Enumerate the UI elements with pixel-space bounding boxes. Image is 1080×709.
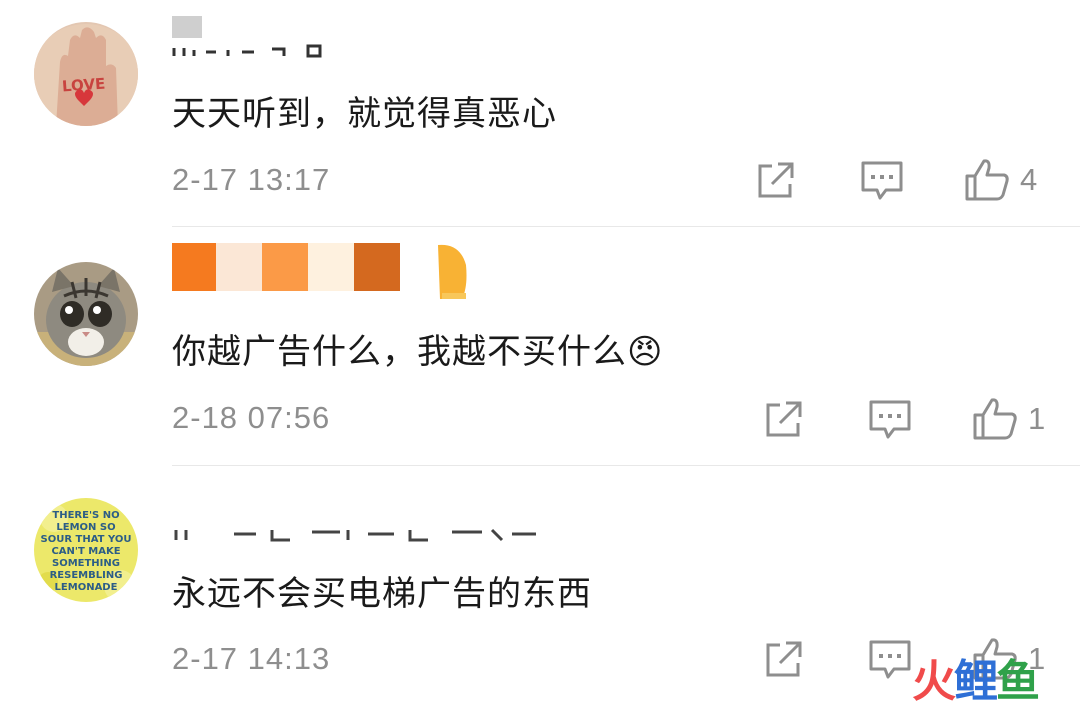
username-obscured[interactable] bbox=[172, 16, 322, 62]
comment-time: 2-17 13:17 bbox=[172, 162, 331, 197]
share-icon bbox=[766, 401, 802, 437]
share-button[interactable] bbox=[756, 160, 796, 200]
reply-button[interactable] bbox=[868, 639, 912, 681]
like-count: 1 bbox=[1028, 401, 1046, 436]
like-count: 4 bbox=[1020, 162, 1038, 197]
reply-button[interactable] bbox=[860, 160, 904, 202]
comment-icon bbox=[869, 400, 911, 439]
comment-item: 你越广告什么，我越不买什么😠 2-18 07:56 1 bbox=[0, 227, 1080, 465]
comment-text: 永远不会买电梯广告的东西 bbox=[172, 574, 592, 614]
avatar[interactable] bbox=[34, 262, 138, 366]
username-obscured[interactable] bbox=[172, 243, 482, 307]
reply-button[interactable] bbox=[868, 399, 912, 441]
avatar[interactable]: THERE'S NO LEMON SO SOUR THAT YOU CAN'T … bbox=[34, 498, 138, 602]
share-button[interactable] bbox=[764, 639, 804, 679]
comment-icon bbox=[861, 161, 903, 200]
like-button[interactable]: 4 bbox=[964, 158, 1037, 202]
thumbs-up-icon bbox=[973, 398, 1017, 440]
avatar-lemon-text: THERE'S NO LEMON SO SOUR THAT YOU CAN'T … bbox=[40, 510, 132, 592]
comment-time: 2-17 14:13 bbox=[172, 641, 331, 676]
share-button[interactable] bbox=[764, 399, 804, 439]
username-obscured[interactable] bbox=[172, 516, 542, 548]
like-button[interactable]: 1 bbox=[972, 397, 1045, 441]
watermark-part-1: 火 bbox=[912, 656, 956, 707]
comment-text: 天天听到，就觉得真恶心 bbox=[172, 94, 557, 134]
avatar[interactable]: LOVE bbox=[34, 22, 138, 126]
share-icon bbox=[766, 641, 802, 677]
comment-icon bbox=[869, 640, 911, 679]
comment-text: 你越广告什么，我越不买什么😠 bbox=[172, 332, 664, 372]
comment-time: 2-18 07:56 bbox=[172, 400, 331, 435]
comment-item: LOVE 天天听到，就觉得真恶心 2-17 13:17 4 bbox=[0, 0, 1080, 226]
share-icon bbox=[758, 162, 794, 198]
watermark-part-2: 鲤 bbox=[954, 656, 998, 707]
watermark-part-3: 鱼 bbox=[996, 656, 1040, 707]
watermark-logo: 火鲤鱼 bbox=[912, 645, 1040, 709]
thumbs-up-icon bbox=[965, 159, 1009, 201]
